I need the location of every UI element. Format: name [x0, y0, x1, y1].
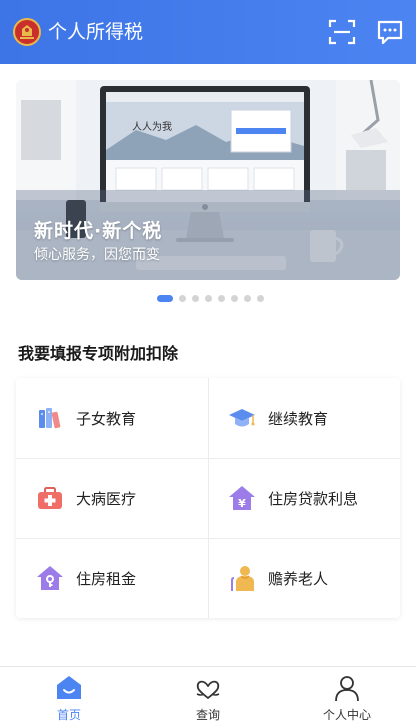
query-heart-icon	[196, 680, 220, 699]
graduation-cap-icon	[229, 409, 255, 427]
house-loan-icon: ¥	[229, 486, 255, 510]
deduction-item-medical[interactable]: 大病医疗	[16, 458, 208, 538]
deduction-label: 子女教育	[76, 410, 137, 428]
carousel-dot[interactable]	[179, 294, 186, 302]
home-icon	[57, 676, 81, 699]
deduction-item-housing-loan[interactable]: ¥ 住房贷款利息	[208, 458, 400, 538]
deduction-label: 继续教育	[268, 410, 329, 428]
carousel-dot-active[interactable]	[157, 294, 173, 302]
bottom-nav: 首页 查询 个人中心	[0, 666, 416, 726]
deduction-item-continuing-education[interactable]: 继续教育	[208, 378, 400, 458]
medical-kit-icon	[38, 487, 62, 509]
message-icon[interactable]	[376, 18, 404, 46]
books-icon	[39, 408, 61, 429]
carousel-dot[interactable]	[231, 294, 238, 302]
elderly-person-icon	[231, 566, 254, 591]
deduction-label: 住房贷款利息	[268, 490, 359, 508]
nav-label: 个人中心	[322, 708, 371, 722]
svg-text:人人为我: 人人为我	[132, 121, 172, 133]
nav-label: 首页	[56, 708, 81, 722]
carousel-dot[interactable]	[205, 294, 212, 302]
promo-banner[interactable]: 人人为我 新时代·新个税 倾心服务，因您而变	[16, 80, 400, 280]
banner-subtitle: 倾心服务，因您而变	[34, 247, 160, 263]
app-header: 个人所得税	[0, 0, 416, 64]
nav-tab-query[interactable]: 查询	[139, 667, 277, 726]
section-title: 我要填报专项附加扣除	[18, 344, 179, 363]
house-key-icon	[37, 566, 63, 590]
user-icon	[335, 676, 359, 702]
deduction-label: 住房租金	[76, 570, 137, 588]
app-title: 个人所得税	[48, 21, 144, 43]
nav-tab-profile[interactable]: 个人中心	[278, 667, 416, 726]
carousel-dot[interactable]	[257, 294, 264, 302]
carousel-dot[interactable]	[192, 294, 199, 302]
deduction-item-elderly-support[interactable]: 赡养老人	[208, 538, 400, 618]
scan-icon[interactable]	[328, 18, 356, 46]
carousel-indicator	[157, 294, 270, 302]
svg-text:¥: ¥	[238, 497, 246, 510]
carousel-dot[interactable]	[218, 294, 225, 302]
deduction-label: 赡养老人	[268, 570, 329, 588]
nav-label: 查询	[195, 708, 220, 722]
nav-tab-home[interactable]: 首页	[0, 667, 138, 726]
deduction-label: 大病医疗	[76, 490, 137, 508]
carousel-dot[interactable]	[244, 294, 251, 302]
tax-emblem-icon	[13, 18, 41, 46]
deduction-grid: 子女教育 继续教育 大病医疗 ¥ 住房贷款利息 住房租金 赡养老人	[16, 378, 400, 618]
deduction-item-rent[interactable]: 住房租金	[16, 538, 208, 618]
banner-title: 新时代·新个税	[34, 220, 163, 242]
deduction-item-child-education[interactable]: 子女教育	[16, 378, 208, 458]
